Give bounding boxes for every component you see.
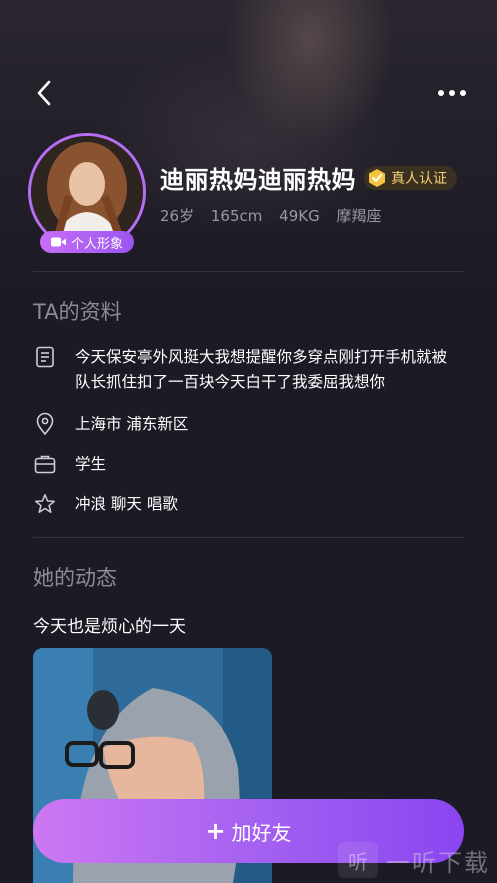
document-icon [36, 346, 54, 368]
verified-badge: 真人认证 [364, 165, 457, 190]
hobbies-row: 冲浪 聊天 唱歌 [33, 492, 463, 517]
add-friend-label: 加好友 [231, 820, 292, 845]
briefcase-icon [34, 455, 56, 474]
chevron-left-icon [37, 80, 51, 106]
occupation-text: 学生 [75, 455, 107, 473]
hobbies-text: 冲浪 聊天 唱歌 [75, 495, 178, 513]
bio-line-1: 今天保安亭外风挺大我想提醒你多穿点刚打开手机就被 [75, 348, 448, 366]
height-text: 165cm [210, 207, 263, 225]
weight-text: 49KG [279, 207, 320, 225]
divider [33, 271, 464, 272]
watermark: 听 一听下载 [338, 842, 490, 878]
personal-image-badge[interactable]: 个人形象 [40, 231, 134, 253]
location-text: 上海市 浦东新区 [75, 415, 189, 433]
profile-name: 迪丽热妈迪丽热妈 [160, 166, 356, 194]
info-section-title: TA的资料 [33, 300, 122, 324]
profile-meta: 26岁 165cm 49KG 摩羯座 [160, 205, 394, 226]
occupation-row: 学生 [33, 452, 463, 477]
post-text: 今天也是烦心的一天 [33, 617, 186, 637]
divider [33, 537, 464, 538]
bio-text: 今天保安亭外风挺大我想提醒你多穿点刚打开手机就被 队长抓住扣了一百块今天白干了我… [75, 345, 447, 395]
back-button[interactable] [30, 78, 60, 108]
zodiac-text: 摩羯座 [336, 207, 382, 225]
more-dots-icon [438, 90, 466, 96]
bio-line-2: 队长抓住扣了一百块今天白干了我委屈我想你 [75, 373, 386, 391]
watermark-text: 一听下载 [386, 848, 490, 877]
feed-section-title: 她的动态 [33, 566, 117, 590]
star-icon [35, 494, 55, 513]
location-row: 上海市 浦东新区 [33, 412, 463, 437]
location-pin-icon [36, 412, 54, 436]
verified-label: 真人认证 [391, 170, 447, 187]
name-row: 迪丽热妈迪丽热妈 真人认证 [160, 160, 457, 195]
watermark-logo: 听 [338, 842, 378, 878]
age-text: 26岁 [160, 207, 195, 225]
video-camera-icon [50, 237, 66, 247]
avatar-container[interactable]: 个人形象 [28, 133, 146, 253]
verified-shield-icon [369, 168, 385, 187]
plus-icon: + [205, 817, 226, 845]
more-button[interactable] [435, 78, 469, 108]
bio-row: 今天保安亭外风挺大我想提醒你多穿点刚打开手机就被 队长抓住扣了一百块今天白干了我… [33, 345, 463, 395]
top-bar [0, 70, 497, 116]
personal-image-label: 个人形象 [70, 236, 123, 252]
